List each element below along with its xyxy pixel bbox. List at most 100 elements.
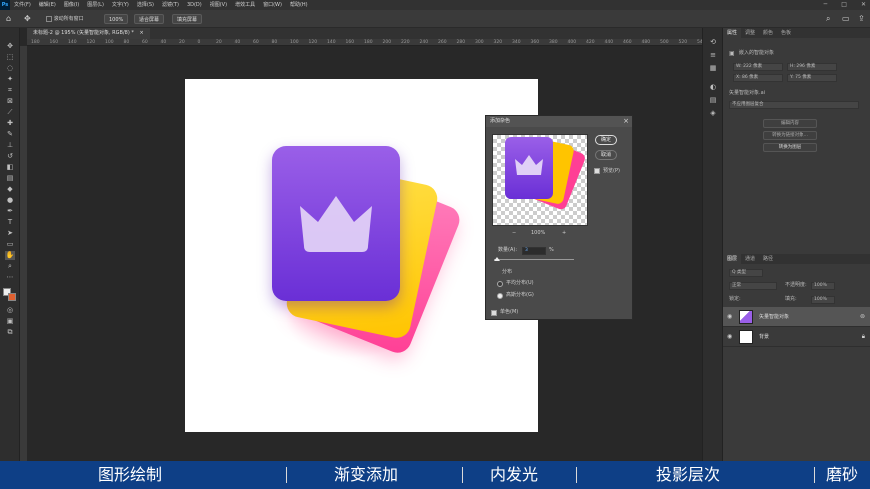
menu-view[interactable]: 视图(V) — [206, 0, 231, 10]
tab-adjustments[interactable]: 调整 — [741, 28, 759, 38]
close-icon[interactable]: ✕ — [861, 0, 866, 10]
stamp-tool-icon[interactable]: ⊥ — [5, 141, 15, 150]
crop-tool-icon[interactable]: ⌗ — [5, 86, 15, 95]
history-panel-icon[interactable]: ⟲ — [708, 38, 718, 47]
libraries-panel-icon[interactable]: ▤ — [708, 96, 718, 105]
menu-layer[interactable]: 图层(L) — [83, 0, 108, 10]
close-tab-icon[interactable]: × — [139, 30, 143, 36]
opacity-input[interactable]: 100% — [811, 282, 835, 290]
layer-comp-select[interactable]: 不应用图层复合 — [729, 101, 859, 109]
document-tab[interactable]: 未标题-2 @ 195% (矢量智能对象, RGB/8) * × — [27, 28, 150, 39]
swatches-panel-icon[interactable]: ▦ — [708, 64, 718, 73]
more-tools-icon[interactable]: ⋯ — [5, 273, 15, 282]
menu-file[interactable]: 文件(F) — [10, 0, 35, 10]
ruler-number: 100 — [290, 40, 299, 45]
tab-channels[interactable]: 通道 — [741, 254, 759, 264]
dialog-close-icon[interactable]: × — [623, 116, 629, 127]
menu-image[interactable]: 图像(I) — [60, 0, 83, 10]
hand-tool-icon[interactable]: ✋ — [5, 251, 15, 260]
healing-brush-tool-icon[interactable]: ✚ — [5, 119, 15, 128]
tab-layers[interactable]: 图层 — [723, 254, 742, 264]
zoom-in-icon[interactable]: + — [562, 230, 566, 237]
fit-screen-button[interactable]: 适合屏幕 — [134, 14, 165, 24]
menu-filter[interactable]: 滤镜(T) — [158, 0, 183, 10]
eraser-tool-icon[interactable]: ◧ — [5, 163, 15, 172]
gradient-tool-icon[interactable]: ▤ — [5, 174, 15, 183]
edit-toolbar-icon[interactable]: ⧉ — [5, 328, 15, 337]
move-icon[interactable]: ✥ — [24, 14, 31, 24]
tab-properties[interactable]: 属性 — [723, 28, 742, 38]
screen-mode-icon[interactable]: ▣ — [5, 317, 15, 326]
y-field[interactable]: Y: 75 像素 — [787, 74, 837, 82]
ruler-number: 280 — [456, 40, 466, 45]
adjustments-panel-icon[interactable]: ◐ — [708, 83, 718, 92]
type-tool-icon[interactable]: T — [5, 218, 15, 227]
amount-slider[interactable] — [494, 259, 574, 260]
menu-window[interactable]: 窗口(W) — [259, 0, 286, 10]
layer-filter-kind[interactable]: Q 类型 — [729, 269, 763, 277]
tab-color[interactable]: 颜色 — [759, 28, 777, 38]
filter-preview[interactable] — [492, 134, 588, 226]
gaussian-radio[interactable] — [497, 293, 503, 299]
workspace-icon[interactable]: ▭ — [842, 14, 850, 24]
tab-swatches[interactable]: 色板 — [777, 28, 795, 38]
x-field[interactable]: X: 86 像素 — [733, 74, 783, 82]
width-field[interactable]: W: 222 像素 — [733, 63, 783, 71]
menu-edit[interactable]: 编辑(E) — [35, 0, 60, 10]
layer-row[interactable]: ◉ 背景 🔒︎ — [723, 327, 870, 347]
pen-tool-icon[interactable]: ✒ — [5, 207, 15, 216]
path-selection-tool-icon[interactable]: ➤ — [5, 229, 15, 238]
home-icon[interactable]: ⌂ — [6, 14, 11, 24]
search-icon[interactable]: ⌕ — [826, 14, 830, 24]
marquee-tool-icon[interactable]: ⬚ — [5, 53, 15, 62]
minimize-icon[interactable]: ─ — [824, 0, 828, 10]
uniform-radio[interactable] — [497, 281, 503, 287]
history-brush-tool-icon[interactable]: ↺ — [5, 152, 15, 161]
blend-mode-select[interactable]: 正常 — [729, 282, 777, 290]
edit-contents-button[interactable]: 编辑内容 — [763, 119, 817, 128]
brush-tool-icon[interactable]: ✎ — [5, 130, 15, 139]
menu-type[interactable]: 文字(Y) — [108, 0, 133, 10]
share-icon[interactable]: ⇪ — [858, 14, 865, 24]
frame-tool-icon[interactable]: ⊠ — [5, 97, 15, 106]
visibility-eye-icon[interactable]: ◉ — [727, 313, 732, 320]
magic-wand-tool-icon[interactable]: ✦ — [5, 75, 15, 84]
amount-input[interactable]: 3 — [522, 247, 546, 255]
blur-tool-icon[interactable]: ◆ — [5, 185, 15, 194]
zoom-100-button[interactable]: 100% — [104, 14, 129, 24]
convert-linked-button[interactable]: 转换为链接对象... — [763, 131, 817, 140]
tab-paths[interactable]: 路径 — [759, 254, 777, 264]
lasso-tool-icon[interactable]: ◌ — [5, 64, 15, 73]
document-tab-title: 未标题-2 @ 195% (矢量智能对象, RGB/8) * — [33, 30, 134, 36]
menu-plugins[interactable]: 增效工具 — [231, 0, 259, 10]
menu-select[interactable]: 选择(S) — [133, 0, 158, 10]
zoom-out-icon[interactable]: − — [512, 230, 516, 237]
layer-row[interactable]: ◉ 矢量智能对象 ⊚ — [723, 307, 870, 327]
move-tool-icon[interactable]: ✥ — [5, 42, 15, 51]
quick-mask-icon[interactable]: ◎ — [5, 306, 15, 315]
zoom-tool-icon[interactable]: ⌕ — [5, 262, 15, 271]
properties-panel-icon[interactable]: ≡ — [708, 51, 718, 60]
height-field[interactable]: H: 296 像素 — [787, 63, 837, 71]
shape-tool-icon[interactable]: ▭ — [5, 240, 15, 249]
properties-tabs: 属性 调整 颜色 色板 — [723, 28, 870, 38]
cancel-button[interactable]: 取消 — [595, 150, 617, 160]
eyedropper-tool-icon[interactable]: ⟋ — [5, 108, 15, 117]
navigator-panel-icon[interactable]: ◈ — [708, 109, 718, 118]
maximize-icon[interactable]: □ — [841, 0, 847, 10]
preview-checkbox[interactable] — [594, 168, 600, 174]
ok-button[interactable]: 确定 — [595, 135, 617, 145]
menu-help[interactable]: 帮助(H) — [286, 0, 312, 10]
menu-3d[interactable]: 3D(D) — [183, 0, 206, 10]
visibility-eye-icon[interactable]: ◉ — [727, 333, 732, 340]
monochromatic-checkbox[interactable] — [491, 310, 497, 316]
background-color-swatch[interactable] — [8, 293, 16, 301]
convert-layers-button[interactable]: 转换为图层 — [763, 143, 817, 152]
fill-screen-button[interactable]: 填充屏幕 — [172, 14, 203, 24]
preview-crown-icon — [515, 155, 543, 175]
dodge-tool-icon[interactable]: ● — [5, 196, 15, 205]
scroll-all-checkbox[interactable]: 滚动所有窗口 — [46, 14, 84, 24]
ruler-number: 120 — [86, 40, 96, 45]
amount-slider-handle[interactable] — [494, 257, 500, 261]
fill-input[interactable]: 100% — [811, 296, 835, 304]
